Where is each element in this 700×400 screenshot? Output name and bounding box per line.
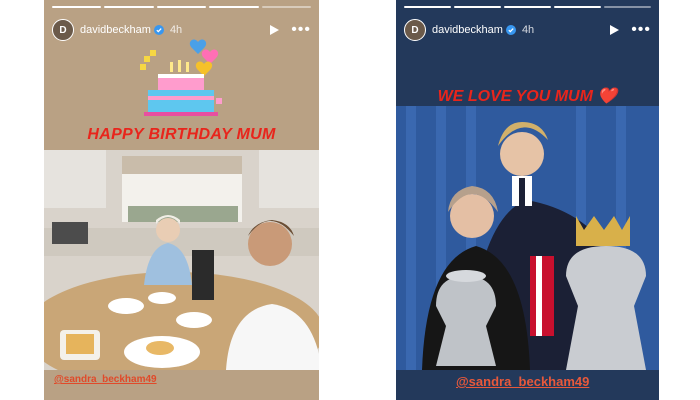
post-time: 4h: [521, 24, 535, 36]
more-options-icon[interactable]: •••: [631, 22, 651, 38]
story-progress-bar: [52, 6, 312, 8]
avatar[interactable]: D: [404, 19, 426, 41]
play-icon[interactable]: [267, 23, 281, 37]
story-photo: [44, 150, 319, 370]
mention-tag[interactable]: @sandra_beckham49: [456, 374, 589, 389]
story-progress-bar: [404, 6, 651, 8]
birthday-cake-icon: [140, 39, 222, 116]
play-icon[interactable]: [607, 23, 621, 37]
mention-tag[interactable]: @sandra_beckham49: [54, 374, 157, 385]
avatar[interactable]: D: [52, 19, 74, 41]
story-photo: [396, 106, 659, 370]
love-caption: WE LOVE YOU MUM ❤️: [437, 88, 618, 105]
birthday-caption: HAPPY BIRTHDAY MUM: [87, 126, 276, 143]
verified-badge-icon: [505, 25, 516, 35]
story-header: D davidbeckham 4h •••: [404, 18, 651, 42]
username[interactable]: davidbeckham: [432, 24, 503, 36]
more-options-icon[interactable]: •••: [291, 22, 311, 38]
story-left[interactable]: D davidbeckham 4h ••• HAPPY BIRTHDAY MUM: [44, 0, 319, 400]
story-right[interactable]: D davidbeckham 4h ••• WE LOVE YOU MUM ❤️: [396, 0, 659, 400]
